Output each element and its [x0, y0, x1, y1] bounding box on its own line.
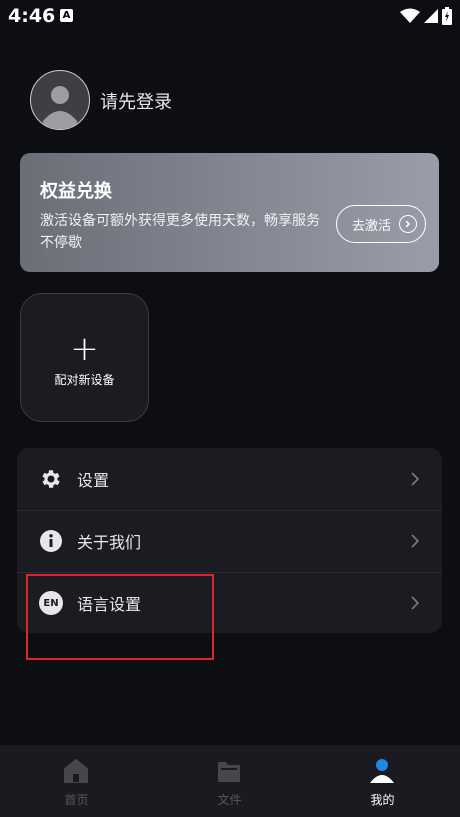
- activate-label: 去激活: [351, 218, 391, 234]
- avatar[interactable]: [30, 70, 90, 130]
- status-time: 4:46: [8, 5, 56, 27]
- avatar-placeholder-icon: [43, 86, 77, 129]
- tab-home-label: 首页: [64, 793, 89, 807]
- benefit-card: 权益兑换 激活设备可额外获得更多使用天数，畅享服务不停歇 去激活: [20, 153, 439, 272]
- profile-icon: [370, 759, 394, 783]
- add-device-button[interactable]: + 配对新设备: [20, 293, 149, 422]
- chevron-right-circle-icon: [399, 215, 417, 233]
- folder-icon: [218, 762, 240, 782]
- chevron-right-icon: [411, 472, 420, 486]
- info-icon: [40, 530, 62, 552]
- battery-icon: [442, 7, 452, 25]
- menu-item-about[interactable]: 关于我们: [17, 510, 442, 572]
- bottom-tab-bar: 首页 文件 我的: [0, 745, 460, 817]
- chevron-right-icon: [411, 596, 420, 610]
- add-device-label: 配对新设备: [54, 373, 115, 387]
- menu-item-settings[interactable]: 设置: [17, 448, 442, 510]
- benefit-title: 权益兑换: [40, 181, 112, 202]
- signal-icon: [424, 9, 438, 23]
- tab-mine-label: 我的: [370, 793, 395, 807]
- tab-files[interactable]: 文件: [153, 745, 306, 817]
- menu-label-settings: 设置: [77, 471, 110, 490]
- status-icons: [400, 6, 452, 26]
- status-bar: 4:46 A: [0, 0, 460, 32]
- highlight-box: [26, 574, 214, 660]
- menu-label-about: 关于我们: [77, 533, 142, 552]
- gear-icon: [42, 470, 60, 488]
- chevron-right-icon: [411, 534, 420, 548]
- tab-home[interactable]: 首页: [0, 745, 153, 817]
- login-prompt[interactable]: 请先登录: [100, 88, 172, 114]
- plus-icon: +: [70, 329, 99, 369]
- benefit-description: 激活设备可额外获得更多使用天数，畅享服务不停歇: [40, 213, 320, 251]
- activate-button[interactable]: 去激活: [336, 205, 426, 243]
- tab-mine[interactable]: 我的: [306, 745, 459, 817]
- wifi-icon: [400, 8, 420, 23]
- home-icon: [64, 759, 88, 783]
- tab-files-label: 文件: [217, 793, 242, 807]
- notification-a-icon: A: [60, 9, 73, 22]
